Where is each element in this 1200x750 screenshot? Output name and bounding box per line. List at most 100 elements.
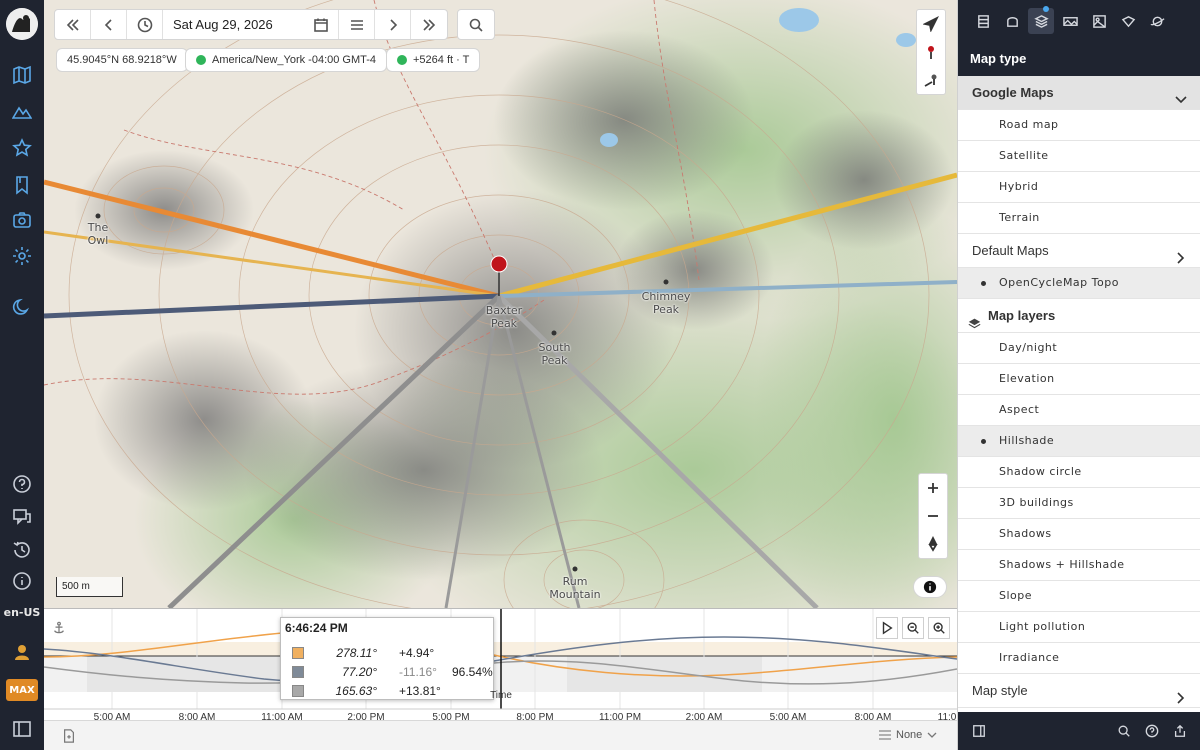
navigation-arrow-icon — [923, 16, 939, 32]
tab-photo[interactable] — [1086, 8, 1112, 34]
app-logo[interactable] — [6, 8, 38, 40]
document-icon[interactable] — [62, 729, 76, 746]
step-forward-button[interactable] — [375, 10, 411, 39]
panel-toggle-icon[interactable] — [972, 724, 986, 738]
map-type-satellite[interactable]: Satellite — [958, 141, 1200, 172]
tab-objects[interactable] — [999, 8, 1025, 34]
time-tick: 5:00 AM — [93, 712, 131, 720]
timeline-tooltip: 6:46:24 PM 278.11° +4.94° 77.20° -11.16°… — [280, 617, 494, 700]
layer-elevation[interactable]: Elevation — [958, 364, 1200, 395]
locate-button[interactable] — [917, 10, 945, 38]
layer-day-night[interactable]: Day/night — [958, 333, 1200, 364]
minus-icon — [928, 515, 938, 517]
layer-select[interactable]: None — [878, 729, 937, 741]
sun-swatch — [292, 647, 304, 659]
moon-icon[interactable] — [10, 295, 34, 319]
status-dot — [196, 55, 206, 65]
share-icon[interactable] — [1173, 724, 1187, 738]
coordinates-chip[interactable]: 45.9045°N 68.9218°W — [56, 48, 188, 72]
gear-icon[interactable] — [10, 244, 34, 268]
default-maps-section[interactable]: Default Maps — [958, 234, 1200, 268]
play-button[interactable] — [876, 617, 898, 639]
tab-data[interactable] — [970, 8, 996, 34]
tab-planet[interactable] — [1144, 8, 1170, 34]
sidebar-toggle-icon[interactable] — [10, 717, 34, 741]
step-back-button[interactable] — [91, 10, 127, 39]
item-label: Irradiance — [999, 651, 1060, 664]
layer-slope[interactable]: Slope — [958, 581, 1200, 612]
info-button[interactable] — [913, 576, 947, 598]
layer-aspect[interactable]: Aspect — [958, 395, 1200, 426]
map-layers-section[interactable]: Map layers — [958, 299, 1200, 333]
map-icon[interactable] — [10, 63, 34, 87]
search-button[interactable] — [458, 10, 494, 39]
item-label: Satellite — [999, 149, 1049, 162]
info-icon — [923, 580, 937, 594]
star-icon[interactable] — [10, 136, 34, 160]
help-icon[interactable] — [10, 472, 34, 496]
time-tick: 8:00 AM — [178, 712, 216, 720]
help-icon[interactable] — [1145, 724, 1159, 738]
map-style-label: Map style — [972, 683, 1028, 698]
layer-irradiance[interactable]: Irradiance — [958, 643, 1200, 674]
max-badge[interactable]: MAX — [6, 679, 38, 701]
bookmark-icon[interactable] — [10, 173, 34, 197]
map-type-terrain[interactable]: Terrain — [958, 203, 1200, 234]
layer-shadow-circle[interactable]: Shadow circle — [958, 457, 1200, 488]
elevation-chip[interactable]: +5264 ft · T — [386, 48, 481, 72]
timezone-chip[interactable]: America/New_York -04:00 GMT-4 — [185, 48, 388, 72]
mountain-icon[interactable] — [10, 99, 34, 123]
calendar-button[interactable] — [303, 10, 339, 39]
language-label[interactable]: en-US — [0, 606, 44, 619]
user-icon[interactable] — [10, 640, 34, 664]
timeline-zoom-out-button[interactable] — [902, 617, 924, 639]
map-style-section[interactable]: Map style — [958, 674, 1200, 708]
pin-button[interactable] — [917, 38, 945, 66]
elevation-text: +5264 ft · T — [413, 54, 470, 66]
camera-icon[interactable] — [10, 208, 34, 232]
map-type-road[interactable]: Road map — [958, 110, 1200, 141]
zoom-out-button[interactable] — [919, 502, 947, 530]
chevron-right-icon — [1174, 684, 1186, 704]
tab-panorama[interactable] — [1057, 8, 1083, 34]
tab-layers[interactable] — [1028, 8, 1054, 34]
search-icon — [469, 18, 483, 32]
history-icon[interactable] — [10, 538, 34, 562]
jump-back-button[interactable] — [55, 10, 91, 39]
layer-light-pollution[interactable]: Light pollution — [958, 612, 1200, 643]
google-maps-section[interactable]: Google Maps — [958, 76, 1200, 110]
plus-icon — [928, 483, 938, 493]
calendar-icon — [313, 18, 328, 32]
timeline-panel[interactable]: 6:46:24 PM 278.11° +4.94° 77.20° -11.16°… — [44, 608, 957, 720]
compass-button[interactable] — [919, 530, 947, 558]
item-label: Hybrid — [999, 180, 1039, 193]
pin-move-button[interactable] — [917, 66, 945, 94]
chat-icon[interactable] — [10, 505, 34, 529]
map-view[interactable]: The Owl Baxter Peak Chimney Peak South P… — [44, 0, 957, 608]
right-panel: Map type Google Maps Road map Satellite … — [957, 0, 1200, 750]
layer-hillshade[interactable]: Hillshade — [958, 426, 1200, 457]
search-icon[interactable] — [1117, 724, 1131, 738]
zoom-in-button[interactable] — [919, 474, 947, 502]
search-group — [457, 9, 495, 40]
layer-3d-buildings[interactable]: 3D buildings — [958, 488, 1200, 519]
date-display[interactable]: Sat Aug 29, 2026 — [163, 17, 303, 32]
diamond-icon — [1121, 15, 1135, 27]
jump-forward-button[interactable] — [411, 10, 447, 39]
map-type-hybrid[interactable]: Hybrid — [958, 172, 1200, 203]
now-button[interactable] — [127, 10, 163, 39]
panel-footer — [958, 712, 1200, 750]
item-label: OpenCycleMap Topo — [999, 276, 1119, 289]
layer-shadows[interactable]: Shadows — [958, 519, 1200, 550]
menu-button[interactable] — [339, 10, 375, 39]
zoom-in-icon — [933, 622, 945, 634]
tab-ar[interactable] — [1115, 8, 1141, 34]
item-label: Shadows + Hillshade — [999, 558, 1125, 571]
timeline-zoom-in-button[interactable] — [928, 617, 950, 639]
top-toolbar: Sat Aug 29, 2026 — [54, 9, 495, 40]
layer-shadows-hillshade[interactable]: Shadows + Hillshade — [958, 550, 1200, 581]
map-type-opencyclemap[interactable]: OpenCycleMap Topo — [958, 268, 1200, 299]
date-navigator: Sat Aug 29, 2026 — [54, 9, 448, 40]
info-icon[interactable] — [10, 569, 34, 593]
anchor-icon[interactable] — [52, 621, 66, 638]
